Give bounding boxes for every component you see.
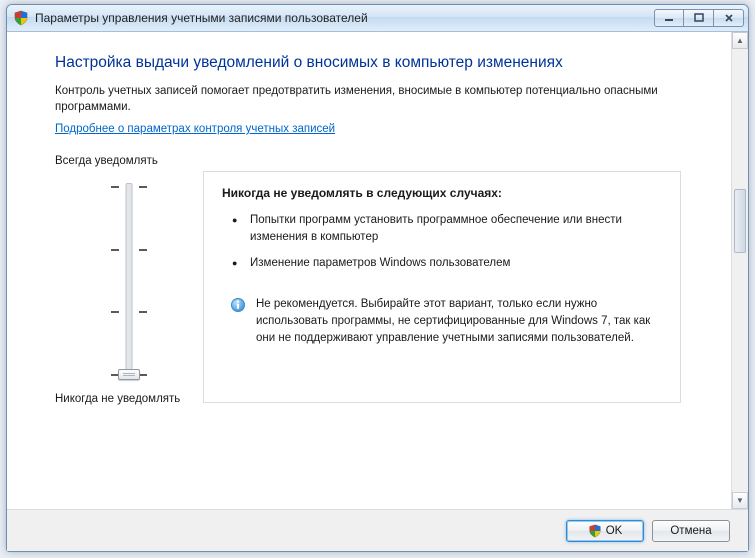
page-heading: Настройка выдачи уведомлений о вносимых … xyxy=(55,54,703,72)
ok-button[interactable]: OK xyxy=(566,520,644,542)
panel-bullet-list: Попытки программ установить программное … xyxy=(222,212,662,272)
slider-tick xyxy=(109,249,149,251)
window-title: Параметры управления учетными записями п… xyxy=(35,11,654,25)
setting-description-box: Никогда не уведомлять в следующих случая… xyxy=(203,171,681,403)
uac-slider[interactable] xyxy=(109,179,149,383)
slider-area: Всегда уведомлять Никогда не уведомлять xyxy=(55,155,703,405)
slider-thumb[interactable] xyxy=(118,369,140,380)
scroll-thumb[interactable] xyxy=(734,189,746,253)
warning-text: Не рекомендуется. Выбирайте этот вариант… xyxy=(256,296,654,348)
slider-label-never: Никогда не уведомлять xyxy=(55,393,203,405)
info-icon xyxy=(230,297,246,313)
uac-settings-window: Параметры управления учетными записями п… xyxy=(6,4,749,552)
warning-row: Не рекомендуется. Выбирайте этот вариант… xyxy=(222,296,662,348)
slider-column: Всегда уведомлять Никогда не уведомлять xyxy=(55,155,203,405)
dialog-footer: OK Отмена xyxy=(7,509,748,551)
vertical-scrollbar[interactable]: ▲ ▼ xyxy=(731,32,748,509)
content-area: Настройка выдачи уведомлений о вносимых … xyxy=(7,32,748,509)
uac-shield-icon xyxy=(588,524,602,538)
cancel-button[interactable]: Отмена xyxy=(652,520,730,542)
slider-track-wrap xyxy=(55,173,203,385)
cancel-button-label: Отмена xyxy=(670,525,711,537)
slider-label-always: Всегда уведомлять xyxy=(55,155,203,167)
scroll-down-button[interactable]: ▼ xyxy=(732,492,748,509)
learn-more-link[interactable]: Подробнее о параметрах контроля учетных … xyxy=(55,123,335,135)
slider-tick xyxy=(109,186,149,188)
panel-bullet: Изменение параметров Windows пользовател… xyxy=(232,255,662,272)
ok-button-label: OK xyxy=(606,525,623,537)
scroll-up-button[interactable]: ▲ xyxy=(732,32,748,49)
titlebar[interactable]: Параметры управления учетными записями п… xyxy=(7,5,748,32)
close-button[interactable] xyxy=(714,9,744,27)
minimize-button[interactable] xyxy=(654,9,684,27)
slider-tick xyxy=(109,311,149,313)
panel-bullet: Попытки программ установить программное … xyxy=(232,212,662,247)
panel-title: Никогда не уведомлять в следующих случая… xyxy=(222,186,662,200)
scroll-track[interactable] xyxy=(732,49,748,492)
uac-shield-icon xyxy=(13,10,29,26)
info-panel: Никогда не уведомлять в следующих случая… xyxy=(203,171,681,405)
page-description: Контроль учетных записей помогает предот… xyxy=(55,84,703,115)
content-inner: Настройка выдачи уведомлений о вносимых … xyxy=(7,32,731,509)
window-controls xyxy=(654,9,744,27)
maximize-button[interactable] xyxy=(684,9,714,27)
